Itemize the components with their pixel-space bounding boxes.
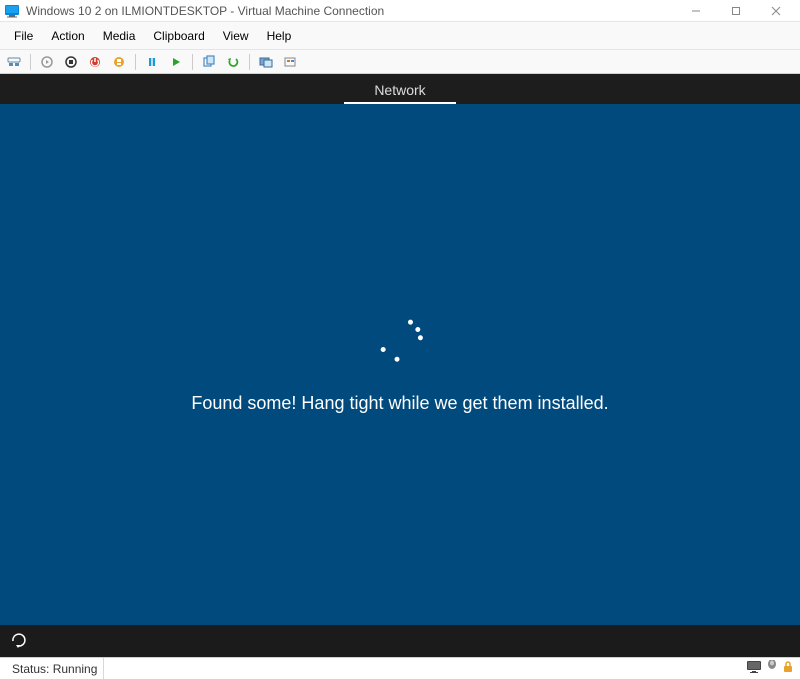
- turnoff-icon[interactable]: [61, 52, 81, 72]
- window-controls: [676, 0, 796, 22]
- toolbar: [0, 50, 800, 74]
- oobe-header: Network: [0, 74, 800, 104]
- statusbar-right: [746, 660, 794, 677]
- window-title: Windows 10 2 on ILMIONTDESKTOP - Virtual…: [26, 4, 384, 18]
- statusbar: Status: Running: [0, 657, 800, 679]
- shutdown-icon[interactable]: [85, 52, 105, 72]
- revert-icon[interactable]: [223, 52, 243, 72]
- status-text: Status: Running: [6, 658, 104, 679]
- separator: [135, 54, 136, 70]
- checkpoint-icon[interactable]: [199, 52, 219, 72]
- spinner-icon: [376, 315, 424, 363]
- titlebar: Windows 10 2 on ILMIONTDESKTOP - Virtual…: [0, 0, 800, 22]
- oobe-status-text: Found some! Hang tight while we get them…: [191, 393, 608, 414]
- menu-action[interactable]: Action: [43, 25, 92, 47]
- menu-help[interactable]: Help: [259, 25, 300, 47]
- menu-view[interactable]: View: [215, 25, 257, 47]
- minimize-button[interactable]: [676, 0, 716, 22]
- lock-icon: [782, 660, 794, 677]
- separator: [249, 54, 250, 70]
- menubar: File Action Media Clipboard View Help: [0, 22, 800, 50]
- app-icon: [4, 3, 20, 19]
- separator: [192, 54, 193, 70]
- start-icon[interactable]: [37, 52, 57, 72]
- ctrl-alt-del-icon[interactable]: [4, 52, 24, 72]
- enhanced-session-icon[interactable]: [256, 52, 276, 72]
- menu-file[interactable]: File: [6, 25, 41, 47]
- oobe-tab-network: Network: [344, 76, 455, 104]
- reset-icon[interactable]: [166, 52, 186, 72]
- accessibility-icon[interactable]: [10, 631, 28, 652]
- close-button[interactable]: [756, 0, 796, 22]
- menu-clipboard[interactable]: Clipboard: [145, 25, 212, 47]
- oobe-content: Found some! Hang tight while we get them…: [0, 104, 800, 625]
- menu-media[interactable]: Media: [95, 25, 144, 47]
- speaker-icon: [766, 660, 778, 677]
- vm-viewport[interactable]: Network Found some! Hang tight while we …: [0, 74, 800, 657]
- oobe-footer: [0, 625, 800, 657]
- share-icon[interactable]: [280, 52, 300, 72]
- separator: [30, 54, 31, 70]
- pause-icon[interactable]: [142, 52, 162, 72]
- save-icon[interactable]: [109, 52, 129, 72]
- maximize-button[interactable]: [716, 0, 756, 22]
- display-icon: [746, 660, 762, 677]
